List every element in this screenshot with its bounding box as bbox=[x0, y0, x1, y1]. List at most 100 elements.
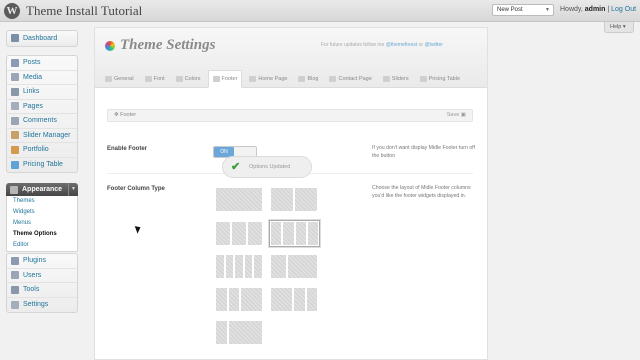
sidebar-item-pricing-table[interactable]: Pricing Table bbox=[7, 158, 77, 173]
tab-general[interactable]: General bbox=[101, 70, 138, 88]
tab-label: Colors bbox=[184, 76, 201, 82]
layout-option-1-2-col[interactable] bbox=[269, 253, 319, 280]
tab-label: Contact Page bbox=[338, 76, 372, 82]
sidebar-item-users[interactable]: Users bbox=[7, 269, 77, 283]
section-title: Footer bbox=[120, 112, 137, 118]
layout-option-5-col[interactable] bbox=[214, 253, 264, 280]
sidebar-item-pages[interactable]: Pages bbox=[7, 100, 77, 114]
layout-option-4-col[interactable] bbox=[268, 219, 321, 248]
layout-column bbox=[271, 255, 286, 278]
sidebar-admin-group: Plugins Users Tools Settings bbox=[6, 253, 78, 313]
tab-sliders-icon bbox=[382, 76, 390, 82]
tab-home-page[interactable]: Home Page bbox=[245, 70, 291, 88]
themeforest-link[interactable]: @themeforest bbox=[386, 42, 417, 48]
tab-label: Pricing Table bbox=[428, 76, 460, 82]
color-wheel-icon bbox=[105, 41, 115, 51]
links-icon bbox=[11, 87, 19, 96]
layout-option-1-3-col[interactable] bbox=[214, 319, 264, 346]
tab-label: Sliders bbox=[391, 76, 409, 82]
panel-header: Theme Settings For future updates follow… bbox=[95, 28, 487, 88]
tab-blog[interactable]: Blog bbox=[294, 70, 322, 88]
new-post-dropdown[interactable]: New Post ▼ bbox=[492, 4, 554, 16]
layout-option-1-1-2-col[interactable] bbox=[214, 286, 264, 313]
sidebar-item-media[interactable]: Media bbox=[7, 71, 77, 85]
dropdown-caret-icon: ▼ bbox=[545, 7, 550, 13]
layout-column bbox=[307, 222, 318, 245]
sidebar-item-label: Pages bbox=[23, 102, 43, 110]
tab-colors[interactable]: Colors bbox=[172, 70, 205, 88]
sidebar-item-slider-manager[interactable]: Slider Manager bbox=[7, 129, 77, 143]
enable-footer-label: Enable Footer bbox=[107, 146, 148, 152]
submenu-item-editor[interactable]: Editor bbox=[7, 240, 77, 251]
save-label: Save bbox=[446, 112, 460, 118]
layout-column bbox=[248, 222, 262, 245]
sidebar-item-settings[interactable]: Settings bbox=[7, 298, 77, 313]
layout-column bbox=[295, 188, 317, 211]
sidebar-item-label: Links bbox=[23, 88, 40, 96]
username-link[interactable]: admin bbox=[585, 6, 606, 13]
submenu-item-menus[interactable]: Menus bbox=[7, 218, 77, 229]
submenu-item-themes[interactable]: Themes bbox=[7, 196, 77, 207]
tab-footer[interactable]: Footer bbox=[207, 70, 243, 88]
sidebar-item-posts[interactable]: Posts bbox=[7, 56, 77, 71]
tab-sliders[interactable]: Sliders bbox=[379, 70, 413, 88]
logout-link[interactable]: Log Out bbox=[611, 6, 636, 13]
tab-pricing-table-icon bbox=[419, 76, 427, 82]
sidebar-item-comments[interactable]: Comments bbox=[7, 114, 77, 129]
sidebar-item-dashboard[interactable]: Dashboard bbox=[7, 31, 77, 46]
layout-column bbox=[235, 255, 243, 278]
layout-option-2-col[interactable] bbox=[269, 186, 319, 213]
dashboard-icon bbox=[11, 34, 19, 43]
separator: | bbox=[607, 6, 610, 13]
sidebar-item-label: Pricing Table bbox=[23, 161, 63, 169]
sidebar-item-label: Tools bbox=[23, 286, 40, 294]
posts-icon bbox=[11, 58, 19, 67]
layout-column bbox=[216, 222, 230, 245]
tab-contact-page[interactable]: Contact Page bbox=[325, 70, 375, 88]
layout-column bbox=[306, 288, 317, 311]
tab-label: General bbox=[114, 76, 134, 82]
sidebar-item-label: Dashboard bbox=[23, 34, 58, 42]
sidebar-item-plugins[interactable]: Plugins bbox=[7, 254, 77, 269]
sidebar-item-tools[interactable]: Tools bbox=[7, 283, 77, 298]
follow-text: For future updates follow me bbox=[321, 42, 385, 48]
layout-option-3-col[interactable] bbox=[214, 220, 264, 247]
sidebar-item-label: Plugins bbox=[23, 257, 46, 265]
sidebar-item-label: Comments bbox=[23, 117, 57, 125]
tab-font[interactable]: Font bbox=[141, 70, 169, 88]
layout-option-2-1-1-col[interactable] bbox=[269, 286, 319, 313]
submenu-item-theme-options[interactable]: Theme Options bbox=[7, 229, 77, 240]
sidebar-item-appearance[interactable]: Appearance ▼ bbox=[6, 183, 78, 196]
layout-column bbox=[216, 321, 227, 344]
save-button[interactable]: Save ▣ bbox=[447, 110, 466, 121]
media-icon bbox=[11, 73, 19, 82]
sidebar-item-label: Appearance bbox=[22, 186, 63, 193]
help-tab[interactable]: Help ▾ bbox=[604, 22, 634, 33]
sidebar-item-label: Slider Manager bbox=[23, 131, 71, 139]
twitter-link[interactable]: @twitter bbox=[424, 42, 442, 48]
layout-option-1-col[interactable] bbox=[214, 186, 264, 213]
sidebar-item-portfolio[interactable]: Portfolio bbox=[7, 143, 77, 158]
save-icon: ▣ bbox=[460, 112, 466, 118]
sidebar-item-links[interactable]: Links bbox=[7, 85, 77, 100]
layout-column bbox=[216, 255, 224, 278]
submenu-item-widgets[interactable]: Widgets bbox=[7, 207, 77, 218]
submenu-toggle-icon[interactable]: ▼ bbox=[68, 183, 78, 196]
enable-footer-description: If you don't want display Midle Footer t… bbox=[372, 145, 475, 159]
options-updated-toast: ✔ Options Updated bbox=[222, 156, 312, 178]
tab-pricing-table[interactable]: Pricing Table bbox=[416, 70, 464, 88]
tab-general-icon bbox=[105, 76, 112, 82]
layout-column bbox=[295, 222, 306, 245]
settings-tabs: General Font Colors Footer Home Page Blo… bbox=[101, 70, 467, 88]
wordpress-logo-icon[interactable]: W bbox=[4, 3, 20, 19]
tab-footer-icon bbox=[212, 76, 220, 82]
layout-column bbox=[232, 222, 246, 245]
checkmark-icon: ✔ bbox=[231, 161, 241, 173]
settings-icon bbox=[11, 300, 19, 309]
sidebar-item-label: Posts bbox=[23, 59, 41, 67]
tab-label: Footer bbox=[221, 76, 238, 82]
admin-header: W Theme Install Tutorial New Post ▼ Howd… bbox=[0, 0, 640, 22]
tab-home-page-icon bbox=[249, 76, 257, 82]
site-title[interactable]: Theme Install Tutorial bbox=[26, 3, 142, 19]
toast-text: Options Updated bbox=[249, 164, 291, 170]
